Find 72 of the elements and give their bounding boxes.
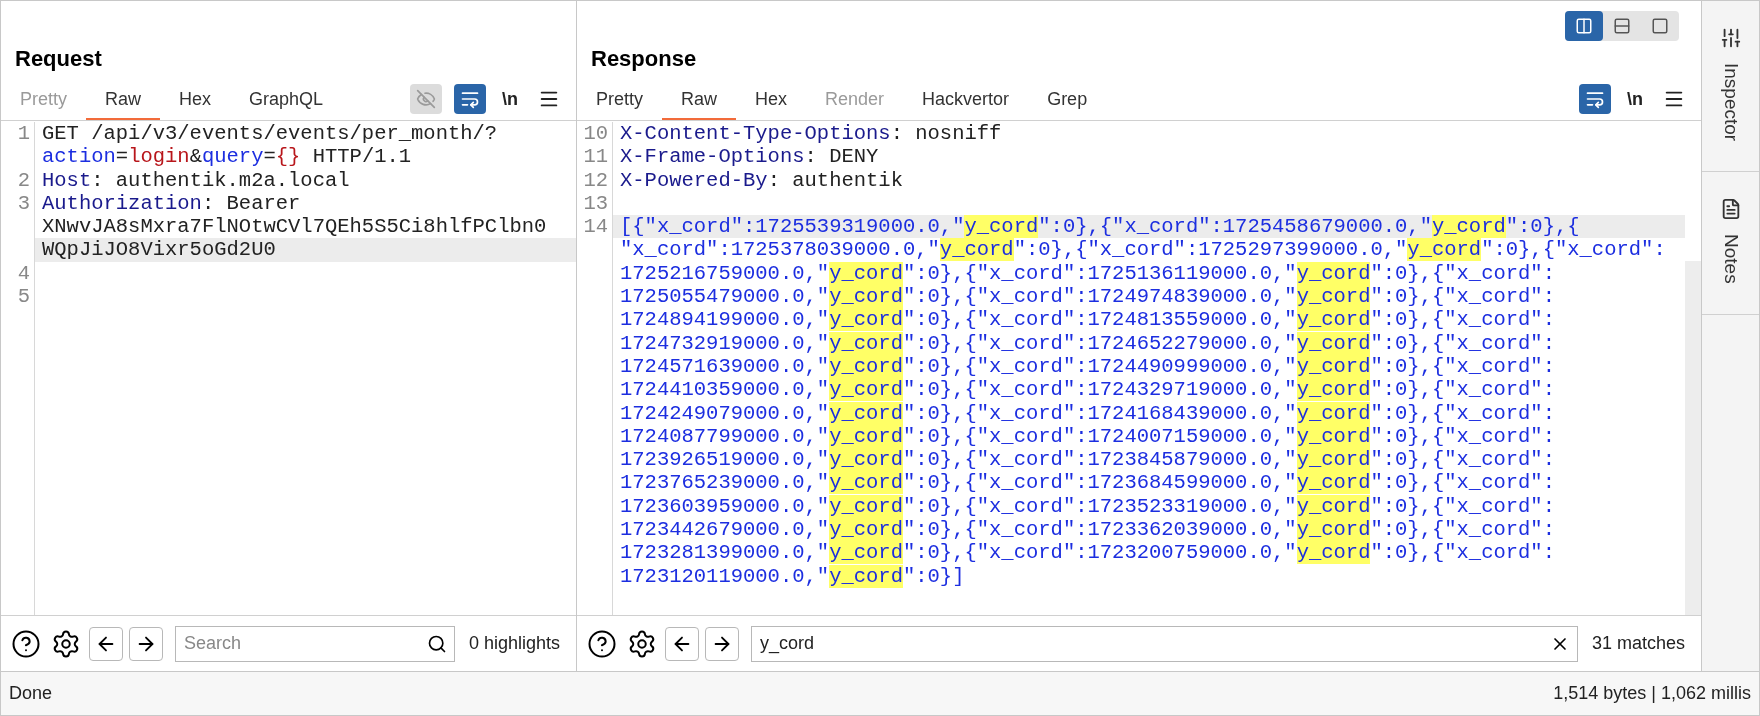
help-icon [11, 628, 41, 659]
search-result-count: 0 highlights [467, 632, 561, 655]
next-button[interactable] [129, 626, 163, 661]
search-field[interactable]: y_cord [751, 625, 1578, 662]
code-line: 1724894199000.0,"y_cord":0},{"x_cord":1724813559000.0,"y_cord":0},{"x_cord": [619, 308, 1556, 332]
line-number: 13 [583, 191, 608, 216]
sidebar-tab[interactable]: Inspector [1702, 1, 1759, 173]
code-line: GET /api/v3/events/events/per_month/? [41, 122, 499, 146]
code-line: "x_cord":1725378039000.0,"y_cord":0},{"x_cord":1725297399000.0,"y_cord":0},{"x_cord": [619, 238, 1667, 262]
code-line: 1725055479000.0,"y_cord":0},{"x_cord":1724974839000.0,"y_cord":0},{"x_cord": [619, 285, 1556, 309]
newline-toggle[interactable]: \n [1623, 84, 1647, 114]
code-line: 1723603959000.0,"y_cord":0},{"x_cord":1723523319000.0,"y_cord":0},{"x_cord": [619, 494, 1556, 519]
code-line: 1723120119000.0,"y_cord":0}] [619, 564, 966, 588]
code-line: 1725216759000.0,"y_cord":0},{"x_cord":1725136119000.0,"y_cord":0},{"x_cord": [619, 261, 1556, 286]
line-number: 14 [583, 215, 608, 239]
line-number: 10 [583, 122, 608, 146]
status-text: Done [9, 682, 53, 705]
sidebar-tab[interactable]: Notes [1702, 172, 1759, 315]
code-line: X-Content-Type-Options: nosniff [619, 122, 1003, 146]
editor-tab[interactable]: GraphQL [230, 80, 343, 120]
code-line: XNwvJA8sMxra7FlNOtwCVl7QEh5S5Ci8hlfPClbn0 [41, 215, 548, 239]
eye-off-icon [416, 89, 436, 109]
wrap-toggle[interactable] [454, 84, 486, 114]
editor-tab[interactable]: Hex [736, 80, 807, 120]
code-line: 1724571639000.0,"y_cord":0},{"x_cord":1724490999000.0,"y_cord":0},{"x_cord": [619, 354, 1556, 379]
layout-button[interactable] [1565, 11, 1603, 41]
editor-tab[interactable]: Hackvertor [903, 80, 1029, 120]
rows-layout-icon [1613, 17, 1631, 35]
columns-layout-icon [1575, 17, 1593, 35]
newline-toggle[interactable]: \n [498, 84, 522, 114]
wrap-icon [1585, 89, 1605, 109]
line-number: 5 [17, 285, 30, 309]
code-line: action=login&query={} HTTP/1.1 [41, 145, 413, 169]
panel-title: Response [591, 45, 698, 73]
search-result-count: 31 matches [1590, 632, 1686, 655]
code-line: 1724732919000.0,"y_cord":0},{"x_cord":1724652279000.0,"y_cord":0},{"x_cord": [619, 331, 1556, 355]
previous-button[interactable] [665, 626, 699, 661]
panel-title: Request [15, 45, 102, 73]
editor-tab[interactable]: Raw [662, 80, 737, 120]
code-line: 1723926519000.0,"y_cord":0},{"x_cord":1723845879000.0,"y_cord":0},{"x_cord": [619, 448, 1556, 472]
code-line: 1724087799000.0,"y_cord":0},{"x_cord":1724007159000.0,"y_cord":0},{"x_cord": [619, 424, 1556, 449]
editor-tab[interactable]: Raw [86, 80, 161, 120]
editor-tab[interactable]: Grep [1028, 80, 1107, 120]
response-stats: 1,514 bytes | 1,062 millis [1553, 682, 1751, 705]
editor-tab[interactable]: Hex [160, 80, 231, 120]
code-line: 1723765239000.0,"y_cord":0},{"x_cord":1723684599000.0,"y_cord":0},{"x_cord": [619, 471, 1556, 495]
sliders-icon [1719, 27, 1742, 49]
code-line: Host: authentik.m2a.local [41, 168, 351, 192]
code-line: X-Powered-By: authentik [619, 168, 904, 192]
previous-button[interactable] [89, 626, 123, 661]
line-number: 1 [17, 122, 30, 146]
code-line: Authorization: Bearer [41, 191, 302, 216]
code-line: 1723281399000.0,"y_cord":0},{"x_cord":1723200759000.0,"y_cord":0},{"x_cord": [619, 541, 1556, 565]
settings-icon [51, 628, 81, 659]
line-number: 11 [583, 145, 608, 169]
line-number: 2 [17, 168, 30, 192]
search-icon [426, 633, 447, 654]
line-number: 12 [583, 168, 608, 192]
help-icon [587, 628, 617, 659]
single-layout-icon [1651, 17, 1669, 35]
code-line: X-Frame-Options: DENY [619, 145, 880, 169]
wrap-icon [460, 89, 480, 109]
next-button[interactable] [705, 626, 739, 661]
wrap-toggle[interactable] [1579, 84, 1611, 114]
code-line: 1724249079000.0,"y_cord":0},{"x_cord":1724168439000.0,"y_cord":0},{"x_cord": [619, 401, 1556, 425]
search-field[interactable]: Search [175, 625, 455, 662]
code-line: 1723442679000.0,"y_cord":0},{"x_cord":1723362039000.0,"y_cord":0},{"x_cord": [619, 518, 1556, 542]
editor-tab[interactable]: Pretty [577, 80, 662, 120]
line-number: 4 [17, 261, 30, 286]
code-line: 1724410359000.0,"y_cord":0},{"x_cord":1724329719000.0,"y_cord":0},{"x_cord": [619, 378, 1556, 402]
line-number: 3 [17, 191, 30, 216]
settings-icon [627, 628, 657, 659]
